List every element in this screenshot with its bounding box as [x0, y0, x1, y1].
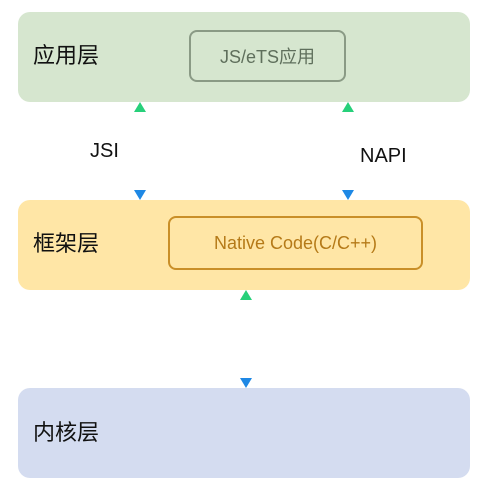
- framework-kernel-double-arrow-icon: [240, 290, 252, 388]
- framework-layer: 框架层 Native Code(C/C++): [18, 200, 470, 290]
- framework-layer-title: 框架层: [33, 232, 100, 257]
- jsi-label: JSI: [90, 140, 119, 162]
- native-code-label: Native Code(C/C++): [213, 232, 378, 253]
- js-ets-application-box: JS/eTS应用: [189, 30, 346, 82]
- js-ets-application-label: JS/eTS应用: [219, 47, 316, 67]
- kernel-layer-title: 内核层: [33, 421, 100, 446]
- native-code-box: Native Code(C/C++): [168, 216, 423, 270]
- napi-label: NAPI: [360, 145, 407, 167]
- jsi-double-arrow-icon: [134, 102, 146, 200]
- application-layer: 应用层 JS/eTS应用: [18, 12, 470, 102]
- kernel-layer: 内核层: [18, 388, 470, 478]
- napi-double-arrow-icon: [342, 102, 354, 200]
- application-layer-title: 应用层: [33, 44, 100, 69]
